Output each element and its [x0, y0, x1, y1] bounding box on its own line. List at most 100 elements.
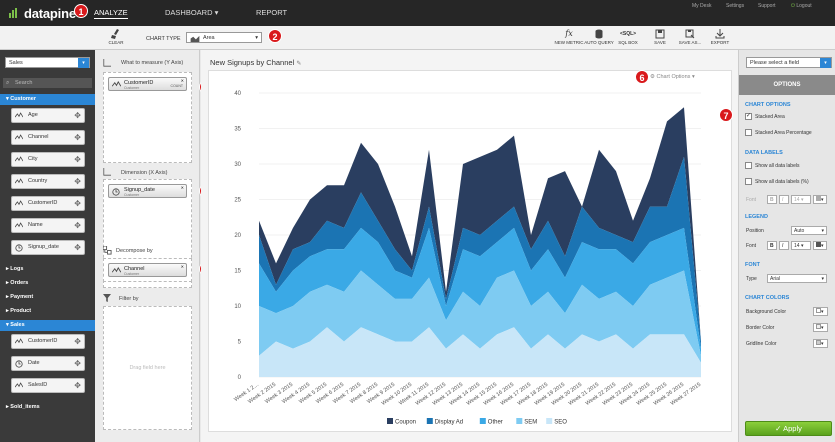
field-city[interactable]: City ✥	[11, 152, 85, 167]
field-customerid[interactable]: CustomerID ✥	[11, 334, 85, 349]
chevron-down-icon: ▾	[820, 58, 831, 68]
legend-swatch[interactable]	[426, 418, 433, 424]
clock-icon	[112, 188, 120, 196]
drag-handle-icon[interactable]: ✥	[74, 335, 81, 348]
save-as-button[interactable]: SAVE AS...	[673, 29, 707, 45]
nav-dashboard[interactable]: DASHBOARD ▾	[165, 8, 218, 17]
chart-title[interactable]: New Signups by Channel ✎	[210, 58, 301, 67]
legend-italic-toggle[interactable]: I	[779, 241, 789, 250]
clear-button[interactable]: CLEAR	[99, 29, 133, 45]
measure-dropzone[interactable]: CustomerID Customer COUNT ✕	[103, 72, 192, 163]
checkbox-icon[interactable]	[745, 129, 752, 136]
legend-swatch[interactable]	[516, 418, 523, 424]
drag-handle-icon[interactable]: ✥	[74, 197, 81, 210]
sidebar-group-sales[interactable]: ▾ Sales	[0, 320, 95, 331]
export-button[interactable]: EXPORT	[703, 29, 737, 45]
close-icon[interactable]: ✕	[181, 185, 184, 190]
legend-label[interactable]: Coupon	[395, 420, 416, 426]
drag-handle-icon[interactable]: ✥	[74, 241, 81, 254]
checkbox-icon[interactable]	[745, 162, 752, 169]
label-bold-toggle[interactable]: B	[767, 195, 777, 204]
dimension-chip[interactable]: Signup_date Customer ✕	[108, 184, 187, 198]
new-metric-button[interactable]: fx NEW METRIC	[552, 29, 586, 45]
field-channel[interactable]: Channel ✥	[11, 130, 85, 145]
legend-label[interactable]: Other	[488, 420, 503, 426]
background-color-picker[interactable]: ▾	[813, 307, 828, 316]
nav-analyze[interactable]: ANALYZE	[94, 8, 128, 19]
stacked-area-chart[interactable]: 0510152025303540Week 1 2…Week 2 2015Week…	[209, 71, 733, 433]
chart-type-select[interactable]: Area ▾	[186, 32, 262, 43]
sidebar-group-sold_items[interactable]: ▸ Sold_items	[0, 402, 95, 413]
sidebar-group-logs[interactable]: ▸ Logs	[0, 264, 95, 275]
label-size-select[interactable]: 14 ▾	[791, 195, 811, 204]
field-salesid[interactable]: SalesID ✥	[11, 378, 85, 393]
field-select[interactable]: Please select a field ▾	[746, 57, 832, 68]
label-color-picker[interactable]: ▾	[813, 195, 827, 204]
drag-handle-icon[interactable]: ✥	[74, 109, 81, 122]
legend-label[interactable]: SEM	[524, 420, 537, 426]
pencil-icon[interactable]: ✎	[296, 61, 301, 67]
sidebar-group-orders[interactable]: ▸ Orders	[0, 278, 95, 289]
legend-swatch[interactable]	[387, 418, 393, 424]
checkbox-icon[interactable]	[745, 178, 752, 185]
drag-handle-icon[interactable]: ✥	[74, 153, 81, 166]
border-color-picker[interactable]: ▾	[813, 323, 828, 332]
legend-swatch[interactable]	[546, 418, 553, 424]
stacked-area-pct-option[interactable]: Stacked Area Percentage	[745, 129, 812, 136]
legend-position-select[interactable]: Auto ▾	[791, 226, 827, 235]
field-search-input[interactable]: ⌕ Search	[3, 78, 92, 88]
close-icon[interactable]: ✕	[181, 264, 184, 269]
show-all-labels-option[interactable]: Show all data labels	[745, 162, 799, 169]
drag-handle-icon[interactable]: ✥	[74, 379, 81, 392]
legend-label[interactable]: SEO	[554, 420, 567, 426]
field-label: CustomerID	[28, 338, 58, 344]
link-my-desk[interactable]: My Desk	[692, 3, 711, 9]
logo-icon	[9, 8, 17, 18]
field-customerid[interactable]: CustomerID ✥	[11, 196, 85, 211]
drag-handle-icon[interactable]: ✥	[74, 357, 81, 370]
legend-bold-toggle[interactable]: B	[767, 241, 777, 250]
filter-section-title: Filter by	[119, 296, 139, 302]
sidebar-group-customer[interactable]: ▾ Customer	[0, 94, 95, 105]
link-settings[interactable]: Settings	[726, 3, 744, 9]
data-source-select[interactable]: Sales ▾	[5, 57, 90, 68]
save-button[interactable]: SAVE	[643, 29, 677, 45]
decompose-chip[interactable]: Channel Customer ✕	[108, 263, 187, 277]
field-country[interactable]: Country ✥	[11, 174, 85, 189]
stacked-area-option[interactable]: ✓ Stacked Area	[745, 113, 785, 120]
sidebar-group-payment[interactable]: ▸ Payment	[0, 292, 95, 303]
sidebar-group-label: Customer	[10, 96, 36, 102]
field-name[interactable]: Name ✥	[11, 218, 85, 233]
sql-box-button[interactable]: <SQL> SQL BOX	[611, 29, 645, 45]
drag-handle-icon[interactable]: ✥	[74, 219, 81, 232]
clock-icon	[15, 360, 23, 368]
apply-button[interactable]: ✓ Apply	[745, 421, 832, 436]
query-builder-panel: What to measure (Y Axis) CustomerID Cust…	[95, 50, 200, 442]
drag-handle-icon[interactable]: ✥	[74, 131, 81, 144]
sidebar-group-product[interactable]: ▸ Product	[0, 306, 95, 317]
legend-label[interactable]: Display Ad	[435, 420, 463, 426]
nav-report[interactable]: REPORT	[256, 8, 287, 17]
chart-options-button[interactable]: ⚙ Chart Options ▾	[650, 74, 695, 80]
measure-chip[interactable]: CustomerID Customer COUNT ✕	[108, 77, 187, 91]
field-date[interactable]: Date ✥	[11, 356, 85, 371]
filter-dropzone[interactable]: Drag field here	[103, 306, 192, 430]
close-icon[interactable]: ✕	[181, 78, 184, 83]
checkbox-checked-icon[interactable]: ✓	[745, 113, 752, 120]
field-signup-date[interactable]: Signup_date ✥	[11, 240, 85, 255]
legend-swatch[interactable]	[479, 418, 486, 424]
link-logout[interactable]: ⏻ Logout	[791, 3, 812, 9]
link-support[interactable]: Support	[758, 3, 776, 9]
field-age[interactable]: Age ✥	[11, 108, 85, 123]
label-italic-toggle[interactable]: I	[779, 195, 789, 204]
decompose-dropzone[interactable]: Channel Customer ✕	[103, 258, 192, 282]
drag-handle-icon[interactable]: ✥	[74, 175, 81, 188]
gridline-color-picker[interactable]: ▾	[813, 339, 828, 348]
show-all-labels-pct-option[interactable]: Show all data labels (%)	[745, 178, 809, 185]
legend-size-select[interactable]: 14 ▾	[791, 241, 811, 250]
font-type-select[interactable]: Arial ▾	[767, 274, 827, 283]
datapine-logo[interactable]: datapine	[24, 6, 76, 21]
aggregation-label[interactable]: COUNT	[171, 84, 183, 88]
legend-color-picker[interactable]: ▾	[813, 241, 827, 250]
options-header: OPTIONS	[739, 75, 835, 95]
